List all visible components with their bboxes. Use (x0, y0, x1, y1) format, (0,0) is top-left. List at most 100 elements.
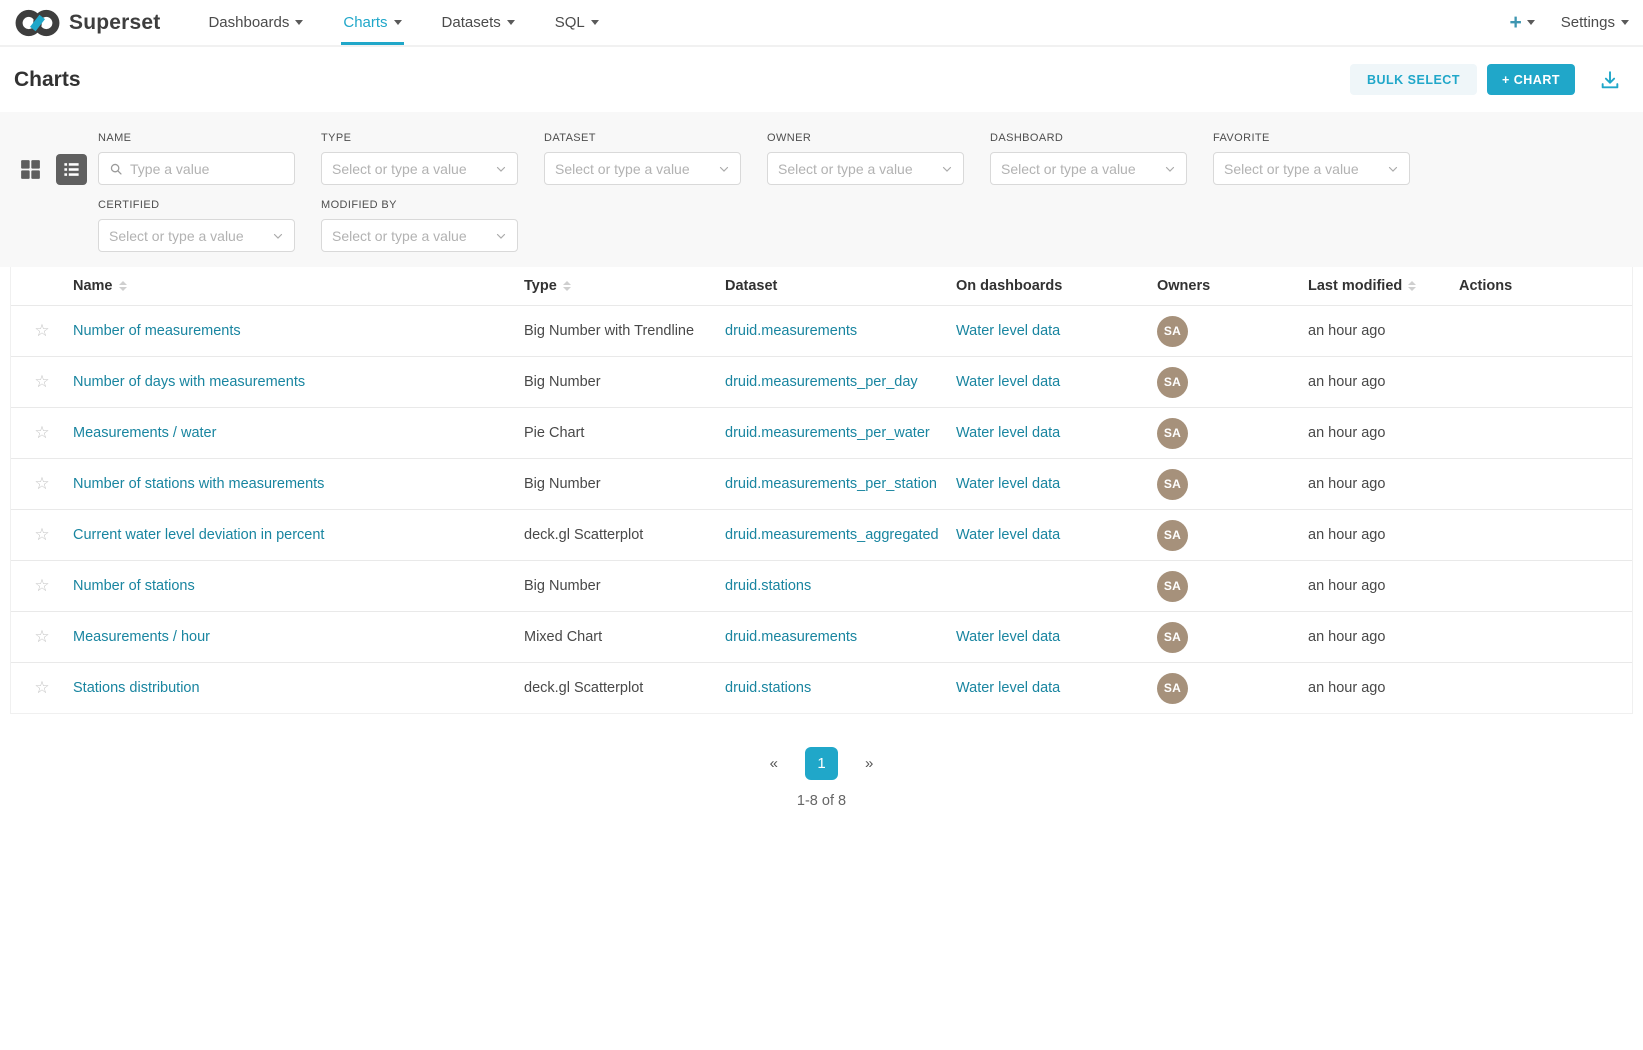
chart-type-cell: Mixed Chart (524, 629, 725, 645)
favorite-star-icon[interactable]: ☆ (34, 424, 49, 441)
dashboard-link[interactable]: Water level data (956, 629, 1060, 645)
filter-text-input[interactable] (130, 161, 284, 177)
dataset-link[interactable]: druid.measurements_per_water (725, 425, 930, 441)
chart-name-link[interactable]: Number of days with measurements (73, 374, 305, 390)
chevron-down-icon (718, 163, 730, 175)
favorite-star-icon[interactable]: ☆ (34, 373, 49, 390)
table-row: ☆ Stations distribution deck.gl Scatterp… (11, 662, 1632, 713)
nav-item-datasets[interactable]: Datasets (440, 0, 517, 45)
grid-view-icon (18, 157, 43, 182)
nav-item-sql[interactable]: SQL (553, 0, 601, 45)
dataset-link[interactable]: druid.measurements_per_station (725, 476, 937, 492)
chart-name-link[interactable]: Number of measurements (73, 323, 241, 339)
chart-name-link[interactable]: Measurements / hour (73, 629, 210, 645)
dataset-link[interactable]: druid.stations (725, 578, 811, 594)
filter-select-placeholder: Select or type a value (555, 161, 718, 177)
favorite-star-icon[interactable]: ☆ (34, 526, 49, 543)
dashboard-link[interactable]: Water level data (956, 425, 1060, 441)
table-row: ☆ Measurements / water Pie Chart druid.m… (11, 407, 1632, 458)
chart-name-link[interactable]: Measurements / water (73, 425, 216, 441)
owner-avatar: SA (1157, 367, 1188, 398)
list-view-toggle[interactable] (56, 154, 87, 185)
dashboard-link[interactable]: Water level data (956, 527, 1060, 543)
nav-menu: Dashboards Charts Datasets SQL (188, 0, 618, 45)
settings-menu-button[interactable]: Settings (1561, 14, 1629, 31)
table-row: ☆ Current water level deviation in perce… (11, 509, 1632, 560)
dataset-link[interactable]: druid.measurements (725, 629, 857, 645)
favorite-star-icon[interactable]: ☆ (34, 475, 49, 492)
page-1-button[interactable]: 1 (805, 747, 838, 780)
filter-select[interactable]: Select or type a value (321, 219, 518, 252)
table-header-row: Name Type Dataset On dashboards Owners L… (11, 267, 1632, 305)
dashboard-link[interactable]: Water level data (956, 680, 1060, 696)
dataset-link[interactable]: druid.measurements_aggregated (725, 527, 939, 543)
filter-text-input-wrap (98, 152, 295, 185)
filter-select[interactable]: Select or type a value (1213, 152, 1410, 185)
filter-select[interactable]: Select or type a value (98, 219, 295, 252)
top-nav: Superset Dashboards Charts Datasets SQL … (0, 0, 1643, 47)
nav-item-label: Datasets (442, 14, 501, 31)
search-icon (109, 162, 123, 176)
filter-group: DASHBOARD Select or type a value (990, 132, 1187, 185)
previous-page-button[interactable]: « (770, 755, 778, 772)
dataset-link[interactable]: druid.measurements_per_day (725, 374, 918, 390)
filter-group: FAVORITE Select or type a value (1213, 132, 1410, 185)
favorite-star-icon[interactable]: ☆ (34, 679, 49, 696)
filter-label: FAVORITE (1213, 132, 1410, 144)
filter-select[interactable]: Select or type a value (767, 152, 964, 185)
pagination-summary: 1-8 of 8 (0, 793, 1643, 809)
column-header-name[interactable]: Name (73, 278, 524, 294)
plus-icon: + (1510, 12, 1522, 33)
favorite-star-icon[interactable]: ☆ (34, 322, 49, 339)
chart-type-cell: Big Number (524, 578, 725, 594)
add-chart-button[interactable]: + CHART (1487, 64, 1575, 95)
import-charts-button[interactable] (1599, 69, 1621, 91)
card-view-toggle[interactable] (15, 154, 46, 185)
filter-select-placeholder: Select or type a value (332, 228, 495, 244)
chevron-down-icon (394, 20, 402, 25)
dashboard-link[interactable]: Water level data (956, 374, 1060, 390)
chevron-down-icon (1621, 20, 1629, 25)
filter-select-placeholder: Select or type a value (1001, 161, 1164, 177)
nav-item-dashboards[interactable]: Dashboards (206, 0, 305, 45)
filter-select[interactable]: Select or type a value (544, 152, 741, 185)
favorite-star-icon[interactable]: ☆ (34, 628, 49, 645)
filter-group: TYPE Select or type a value (321, 132, 518, 185)
table-body: ☆ Number of measurements Big Number with… (11, 305, 1632, 713)
column-header-last-modified[interactable]: Last modified (1308, 278, 1459, 294)
favorite-star-icon[interactable]: ☆ (34, 577, 49, 594)
chart-name-link[interactable]: Current water level deviation in percent (73, 527, 324, 543)
chevron-down-icon (507, 20, 515, 25)
sort-icon (563, 281, 571, 291)
filter-label: DATASET (544, 132, 741, 144)
filter-select[interactable]: Select or type a value (990, 152, 1187, 185)
pagination: « 1 » (0, 747, 1643, 780)
dataset-link[interactable]: druid.stations (725, 680, 811, 696)
dataset-link[interactable]: druid.measurements (725, 323, 857, 339)
last-modified-cell: an hour ago (1308, 527, 1459, 543)
bulk-select-button[interactable]: BULK SELECT (1350, 64, 1477, 95)
settings-label: Settings (1561, 14, 1615, 31)
filter-select[interactable]: Select or type a value (321, 152, 518, 185)
chevron-down-icon (1527, 20, 1535, 25)
chart-name-link[interactable]: Number of stations (73, 578, 195, 594)
column-header-type[interactable]: Type (524, 278, 725, 294)
chevron-down-icon (941, 163, 953, 175)
nav-item-charts[interactable]: Charts (341, 0, 403, 45)
chart-name-link[interactable]: Stations distribution (73, 680, 200, 696)
dashboard-link[interactable]: Water level data (956, 476, 1060, 492)
owner-avatar: SA (1157, 571, 1188, 602)
chart-name-link[interactable]: Number of stations with measurements (73, 476, 324, 492)
next-page-button[interactable]: » (865, 755, 873, 772)
filter-group: CERTIFIED Select or type a value (98, 199, 295, 252)
last-modified-cell: an hour ago (1308, 578, 1459, 594)
superset-logo[interactable]: Superset (14, 0, 160, 45)
filter-label: TYPE (321, 132, 518, 144)
dashboard-link[interactable]: Water level data (956, 323, 1060, 339)
brand-name: Superset (69, 11, 160, 35)
new-menu-button[interactable]: + (1510, 12, 1535, 33)
filter-select-placeholder: Select or type a value (332, 161, 495, 177)
chart-type-cell: Big Number with Trendline (524, 323, 725, 339)
filter-label: NAME (98, 132, 295, 144)
filter-select-placeholder: Select or type a value (778, 161, 941, 177)
